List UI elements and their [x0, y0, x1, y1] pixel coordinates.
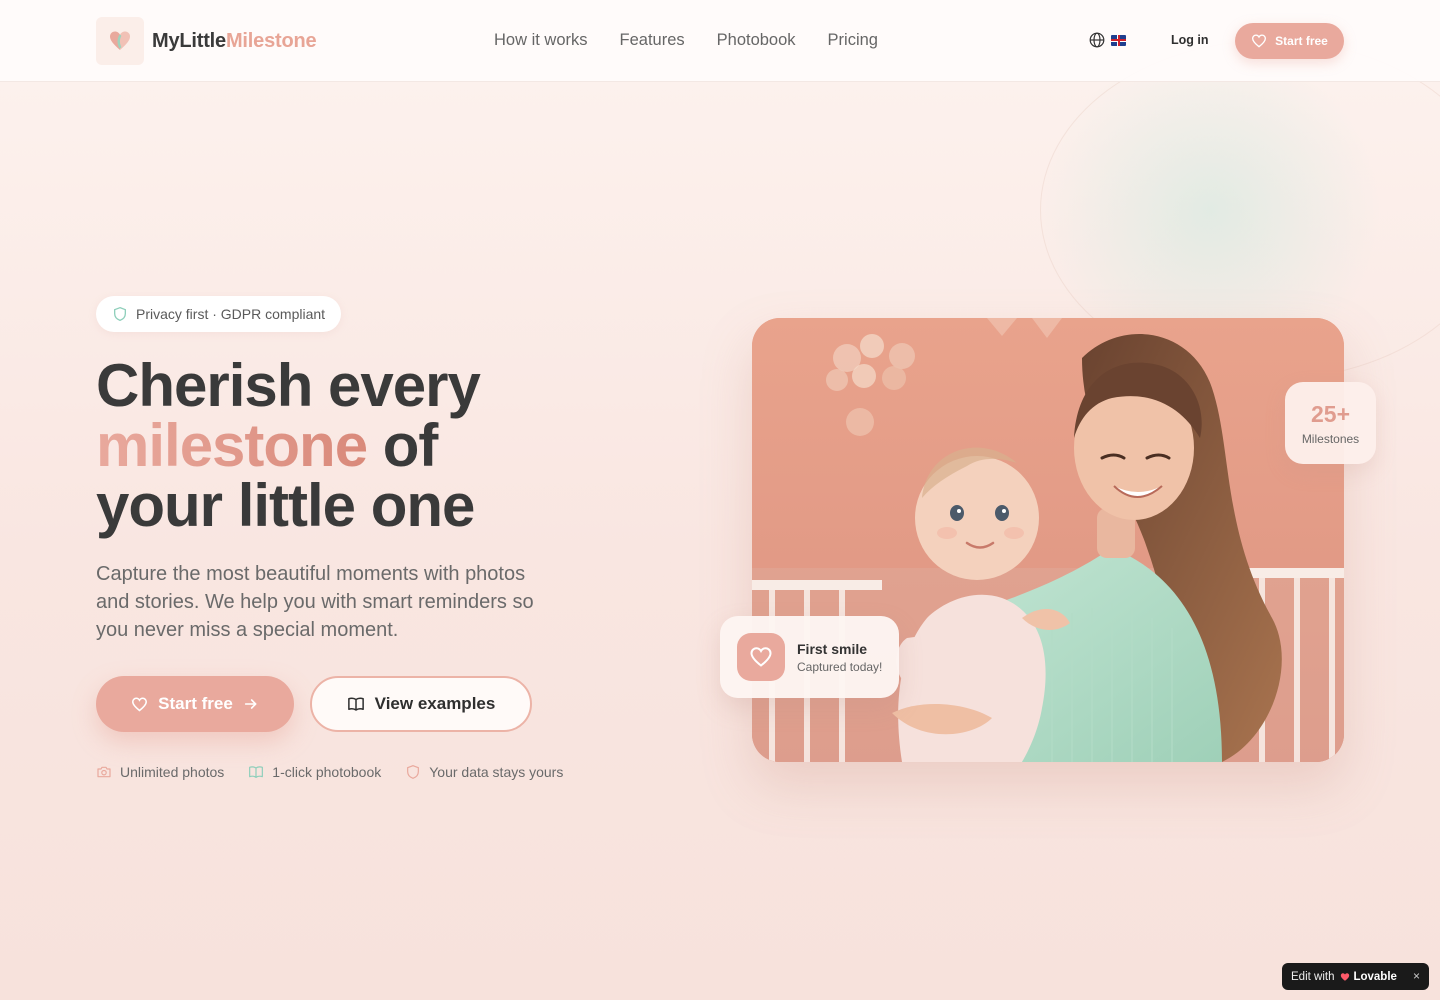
header-start-free-button[interactable]: Start free [1235, 23, 1344, 59]
hero-title: Cherish every milestone of your little o… [96, 356, 656, 536]
lovable-brand: Lovable [1340, 970, 1397, 983]
logo-text-primary: MyLittle [152, 29, 226, 52]
privacy-badge: Privacy first · GDPR compliant [96, 296, 342, 332]
nav-pricing[interactable]: Pricing [828, 30, 878, 50]
edit-with-lovable-badge[interactable]: Edit with Lovable × [1282, 963, 1429, 990]
start-free-label: Start free [158, 694, 233, 713]
milestones-stat-card: 25+ Milestones [1285, 382, 1376, 464]
logo-heart-icon [96, 17, 144, 65]
main-nav: How it works Features Photobook Pricing [494, 30, 878, 50]
hero-title-line2-rest: of [382, 412, 439, 479]
heart-icon [1252, 34, 1267, 48]
first-smile-text: First smile Captured today! [797, 641, 882, 674]
logo-text-accent: Milestone [225, 29, 317, 52]
uk-flag-icon [1111, 34, 1126, 46]
feature-list: Unlimited photos 1-click photobook Your … [96, 764, 563, 780]
milestones-stat-value: 25+ [1310, 400, 1350, 427]
hero-subtitle: Capture the most beautiful moments with … [96, 563, 534, 641]
feature-label: 1-click photobook [272, 764, 382, 780]
shield-icon [114, 306, 126, 322]
nav-how-it-works[interactable]: How it works [494, 30, 588, 50]
lovable-prefix: Edit with [1291, 970, 1335, 983]
feature-label: Unlimited photos [120, 764, 225, 780]
feature-item: Unlimited photos [96, 764, 224, 780]
first-smile-title: First smile [797, 640, 868, 657]
first-smile-subtitle: Captured today! [797, 659, 883, 674]
lovable-heart-icon [1341, 972, 1350, 981]
close-icon[interactable]: × [1413, 969, 1420, 983]
login-link[interactable]: Log in [1171, 33, 1209, 47]
milestones-stat-label: Milestones [1301, 431, 1360, 446]
hero-title-line1: Cherish every [96, 352, 481, 419]
book-icon [249, 766, 264, 778]
language-switcher[interactable] [1089, 32, 1126, 48]
start-free-button[interactable]: Start free [96, 676, 294, 732]
hero-title-line2: milestone of [96, 416, 656, 476]
feature-label: Your data stays yours [429, 764, 564, 780]
heart-icon [132, 696, 148, 712]
shield-icon [407, 765, 420, 779]
privacy-badge-label: Privacy first · GDPR compliant [136, 306, 326, 322]
arrow-right-icon [244, 699, 257, 709]
nav-photobook[interactable]: Photobook [717, 30, 796, 50]
camera-icon [97, 766, 111, 778]
header-start-free-label: Start free [1275, 34, 1328, 48]
view-examples-button[interactable]: View examples [310, 676, 532, 732]
logo[interactable]: MyLittleMilestone [96, 17, 317, 65]
lovable-brand-label: Lovable [1353, 970, 1397, 983]
globe-icon [1089, 32, 1105, 48]
hero-title-line3: your little one [96, 472, 475, 539]
first-smile-card: First smile Captured today! [720, 616, 899, 698]
feature-item: 1-click photobook [248, 764, 381, 780]
heart-icon [737, 633, 785, 681]
site-header: MyLittleMilestone How it works Features … [0, 0, 1440, 82]
view-examples-label: View examples [374, 694, 496, 713]
hero-title-highlight: milestone [96, 412, 368, 479]
nav-features[interactable]: Features [620, 30, 685, 50]
book-open-icon [347, 697, 364, 711]
logo-wordmark: MyLittleMilestone [152, 29, 317, 53]
feature-item: Your data stays yours [405, 764, 563, 780]
